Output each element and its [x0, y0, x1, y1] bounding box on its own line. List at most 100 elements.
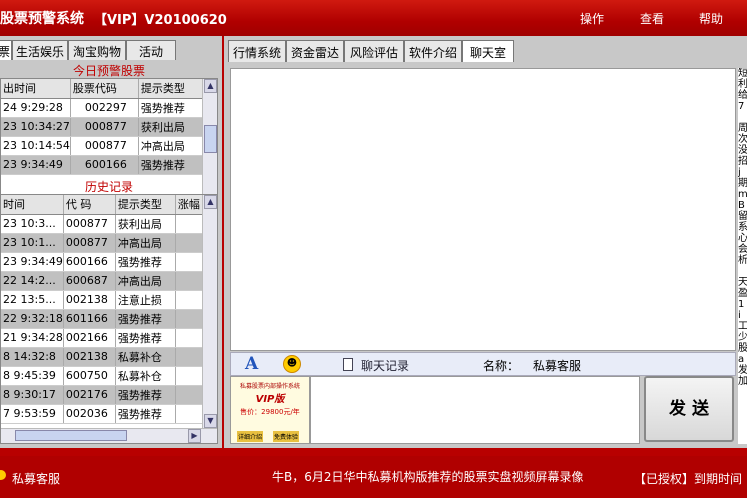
- col-time[interactable]: 出时间: [1, 79, 71, 99]
- table-row[interactable]: 8 9:30:17 002176 强势推荐: [1, 385, 204, 405]
- side-text-column: 短利给7 周次没招j期mB留系心会析 天盈1i工少股a发加: [738, 68, 747, 444]
- chat-message-area[interactable]: [230, 68, 736, 351]
- scroll-thumb[interactable]: [15, 430, 127, 441]
- ad-banner[interactable]: 私募股票内部操作系统 VIP版 售价：29800元/年 详细介绍 免费体验: [230, 376, 310, 444]
- left-panel: 票 生活娱乐 淘宝购物 活动 今日预警股票 出时间 股票代码 提示类型 24 9…: [0, 36, 222, 448]
- table-row[interactable]: 23 9:34:49 600166 强势推荐: [1, 155, 207, 175]
- side-text-char: 会: [738, 244, 747, 255]
- col-type[interactable]: 提示类型: [115, 195, 176, 215]
- side-text-char: m: [738, 189, 747, 200]
- chat-input[interactable]: [310, 376, 640, 444]
- app-title: 股票预警系统: [0, 11, 84, 27]
- status-bar: 私募客服 牛B，6月2日华中私募机构版推荐的股票实盘视频屏幕录像 【已授权】到期…: [0, 456, 747, 498]
- font-icon[interactable]: A: [245, 354, 258, 374]
- tab-market-system[interactable]: 行情系统: [228, 40, 286, 62]
- side-text-char: 招: [738, 156, 747, 167]
- chat-history-icon[interactable]: [343, 358, 353, 371]
- side-text-char: 留: [738, 211, 747, 222]
- scroll-thumb[interactable]: [204, 125, 217, 153]
- history-title: 历史记录: [84, 180, 133, 194]
- tab-chat-room[interactable]: 聊天室: [462, 40, 514, 62]
- table-row[interactable]: 23 10:1... 000877 冲高出局: [1, 233, 204, 253]
- table-row[interactable]: 23 10:3... 000877 获利出局: [1, 214, 204, 234]
- side-text-char: a: [738, 354, 745, 365]
- title-bar: 股票预警系统 【VIP】V20100620 操作 查看 帮助: [0, 0, 747, 36]
- side-text-char: 短: [738, 68, 747, 79]
- side-text-char: j: [738, 167, 741, 178]
- history-vscrollbar[interactable]: ▲ ▼: [202, 195, 217, 428]
- table-row[interactable]: 22 9:32:18 601166 强势推荐: [1, 309, 204, 329]
- tab-activity[interactable]: 活动: [126, 40, 176, 60]
- menu-view[interactable]: 查看: [640, 10, 664, 27]
- tab-risk-assessment[interactable]: 风险评估: [344, 40, 404, 62]
- col-code[interactable]: 代 码: [63, 195, 116, 215]
- scroll-up-icon[interactable]: ▲: [204, 79, 217, 93]
- tab-taobao-shopping[interactable]: 淘宝购物: [68, 40, 126, 60]
- ad-price: 售价：29800元/年: [240, 408, 300, 416]
- history-table: 时间 代 码 提示类型 涨幅 23 10:3... 000877 获利出局 23 1…: [0, 194, 218, 444]
- side-text-char: 股: [738, 343, 747, 354]
- side-text-char: [738, 266, 747, 277]
- side-text-char: 期: [738, 178, 747, 189]
- tab-stock[interactable]: 票: [0, 40, 12, 60]
- side-text-char: 工: [738, 321, 747, 332]
- side-text-char: 盈: [738, 288, 747, 299]
- tab-life-entertainment[interactable]: 生活娱乐: [12, 40, 68, 60]
- side-text-char: 析: [738, 255, 747, 266]
- ad-trial-button[interactable]: 免费体验: [273, 431, 300, 442]
- side-text-char: B: [738, 200, 745, 211]
- name-value: 私募客服: [533, 359, 582, 373]
- chat-toolbar: A ☻ 聊天记录 名称： 私募客服: [230, 352, 736, 376]
- menu-help[interactable]: 帮助: [699, 10, 723, 27]
- menu-operate[interactable]: 操作: [580, 10, 604, 27]
- side-text-char: [738, 112, 747, 123]
- table-row[interactable]: 23 10:14:54 000877 冲高出局: [1, 136, 207, 156]
- table-row[interactable]: 21 9:34:28 002166 强势推荐: [1, 328, 204, 348]
- ad-detail-button[interactable]: 详细介绍: [237, 431, 264, 442]
- name-label: 名称：: [483, 359, 520, 373]
- side-text-char: 没: [738, 145, 747, 156]
- side-text-char: 1: [738, 299, 745, 310]
- license-status: 【已授权】到期时间: [634, 472, 743, 486]
- table-row[interactable]: 7 9:53:59 002036 强势推荐: [1, 404, 204, 424]
- app-version: 【VIP】V20100620: [94, 13, 227, 28]
- chat-history-link[interactable]: 聊天记录: [361, 357, 409, 374]
- side-text-char: 天: [738, 277, 747, 288]
- scroll-up-icon[interactable]: ▲: [204, 195, 217, 209]
- marquee-text[interactable]: 牛B，6月2日华中私募机构版推荐的股票实盘视频屏幕录像: [272, 468, 584, 485]
- table-row[interactable]: 23 9:34:49 600166 强势推荐: [1, 252, 204, 272]
- side-text-char: 少: [738, 332, 747, 343]
- side-text-char: 心: [738, 233, 747, 244]
- col-time[interactable]: 时间: [1, 195, 64, 215]
- ad-title: 私募股票内部操作系统: [239, 383, 300, 390]
- col-change[interactable]: 涨幅: [175, 195, 204, 215]
- table-row[interactable]: 22 13:5... 002138 注意止损: [1, 290, 204, 310]
- side-text-char: i: [738, 310, 741, 321]
- side-text-char: 利: [738, 79, 747, 90]
- table-row[interactable]: 24 9:29:28 002297 强势推荐: [1, 98, 207, 118]
- tab-software-intro[interactable]: 软件介绍: [404, 40, 462, 62]
- table-row[interactable]: 23 10:34:27 000877 获利出局: [1, 117, 207, 137]
- tab-fund-radar[interactable]: 资金雷达: [286, 40, 344, 62]
- col-type[interactable]: 提示类型: [138, 79, 207, 99]
- table-row[interactable]: 22 14:2... 600687 冲高出局: [1, 271, 204, 291]
- history-hscrollbar[interactable]: ▶: [1, 428, 217, 443]
- send-button[interactable]: 发 送: [644, 376, 734, 442]
- scroll-right-icon[interactable]: ▶: [188, 429, 201, 443]
- ad-vip: VIP版: [255, 394, 285, 405]
- scroll-down-icon[interactable]: ▼: [204, 414, 217, 428]
- side-text-char: 系: [738, 222, 747, 233]
- side-text-char: 发: [738, 365, 747, 376]
- side-text-char: 给: [738, 90, 747, 101]
- support-icon: [0, 470, 6, 480]
- table-row[interactable]: 8 9:45:39 600750 私募补仓: [1, 366, 204, 386]
- side-text-char: 7: [738, 101, 745, 112]
- table-row[interactable]: 8 14:32:8 002138 私募补仓: [1, 347, 204, 367]
- alerts-title: 今日预警股票: [72, 64, 145, 78]
- col-code[interactable]: 股票代码: [70, 79, 139, 99]
- side-text-char: 加: [738, 376, 747, 387]
- support-label[interactable]: 私募客服: [12, 470, 60, 487]
- side-text-char: 周: [738, 123, 747, 134]
- right-panel: 行情系统 资金雷达 风险评估 软件介绍 聊天室 A ☻ 聊天记录 名称： 私募客…: [224, 36, 747, 448]
- emoji-icon[interactable]: ☻: [283, 355, 301, 373]
